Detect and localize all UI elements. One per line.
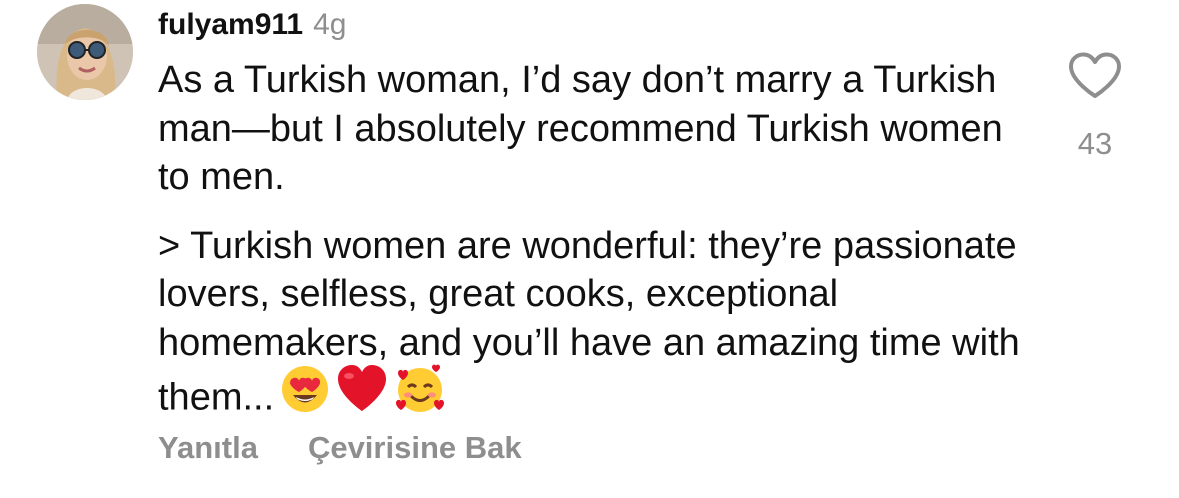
smiling-face-with-hearts-emoji [394,363,446,428]
like-button[interactable]: 43 [1062,52,1128,162]
heart-outline-icon[interactable] [1068,52,1122,100]
red-heart-emoji [336,364,388,427]
username[interactable]: fulyam911 [158,8,303,42]
comment-actions: Yanıtla Çevirisine Bak [158,430,522,466]
comment-paragraph-1: As a Turkish woman, I’d say don’t marry … [158,56,1038,202]
like-count: 43 [1077,126,1113,161]
see-translation-button[interactable]: Çevirisine Bak [308,430,522,466]
avatar[interactable] [37,4,133,100]
comment-body: As a Turkish woman, I’d say don’t marry … [158,56,1038,432]
comment-paragraph-1-text: As a Turkish woman, I’d say don’t marry … [158,59,1003,198]
heart-eyes-emoji [280,364,330,427]
timestamp: 4g [313,8,347,41]
comment-paragraph-2: > Turkish women are wonderful: they’re p… [158,222,1038,432]
reply-button[interactable]: Yanıtla [158,430,258,466]
comment-header: fulyam911 4g [158,8,346,48]
comment: fulyam911 4g As a Turkish woman, I’d say… [0,0,1179,498]
